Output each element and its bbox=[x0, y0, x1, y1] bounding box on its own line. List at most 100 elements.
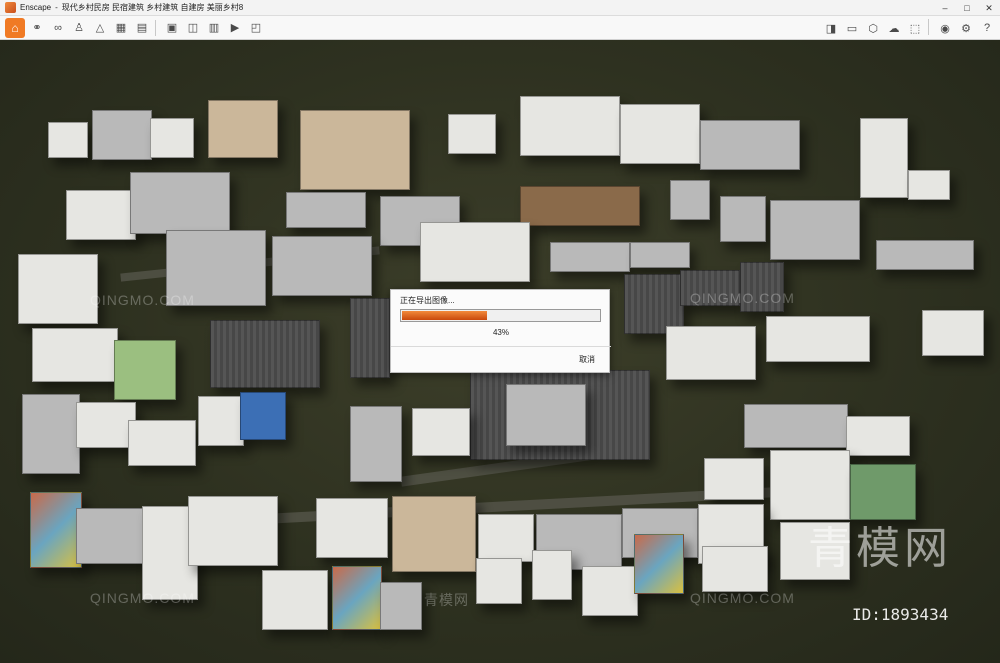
binoculars-icon[interactable]: ∞ bbox=[49, 19, 67, 37]
building bbox=[476, 558, 522, 604]
export-image-icon[interactable]: ▣ bbox=[163, 19, 181, 37]
watermark-text-cn: 青模网 bbox=[424, 592, 469, 608]
building bbox=[700, 120, 800, 170]
cancel-button[interactable]: 取消 bbox=[579, 354, 595, 365]
close-button[interactable]: ✕ bbox=[978, 0, 1000, 16]
progress-percent: 43% bbox=[492, 328, 509, 337]
asset-library-icon[interactable]: ⬡ bbox=[864, 19, 882, 37]
watermark-id: ID:1893434 bbox=[852, 605, 949, 624]
watermark-logo-text: 青模网 bbox=[808, 523, 952, 574]
maximize-button[interactable]: □ bbox=[956, 0, 978, 16]
building bbox=[48, 122, 88, 158]
building bbox=[380, 582, 422, 630]
toolbar-divider bbox=[155, 19, 156, 36]
building bbox=[420, 222, 530, 282]
building bbox=[316, 498, 388, 558]
building bbox=[478, 514, 534, 562]
building bbox=[18, 254, 98, 324]
building bbox=[744, 404, 848, 448]
building bbox=[520, 186, 640, 226]
progress-bar bbox=[400, 309, 601, 322]
toolbar-divider-right bbox=[928, 19, 929, 35]
building bbox=[550, 242, 630, 272]
toolbar: ⌂ ⚭ ∞ ♙ △ ▦ ▤ ▣ ◫ ▥ ▶ ◰ ◨ ▭ ⬡ ☁ ⬚ ◉ ⚙ ? bbox=[0, 16, 1000, 40]
building bbox=[92, 110, 152, 160]
building bbox=[262, 570, 328, 630]
building bbox=[66, 190, 136, 240]
building bbox=[30, 492, 82, 568]
building bbox=[392, 496, 476, 572]
building bbox=[208, 100, 278, 158]
courtyard bbox=[506, 384, 586, 446]
building bbox=[76, 402, 136, 448]
building bbox=[210, 320, 320, 388]
home-icon[interactable]: ⌂ bbox=[5, 17, 25, 38]
building bbox=[860, 118, 908, 198]
export-progress-dialog: 正在导出图像... 43% 取消 bbox=[390, 289, 611, 373]
building bbox=[286, 192, 366, 228]
building bbox=[332, 566, 382, 630]
building bbox=[720, 196, 766, 242]
building bbox=[114, 340, 176, 400]
building bbox=[704, 458, 764, 500]
building bbox=[128, 420, 196, 466]
building bbox=[770, 200, 860, 260]
building bbox=[32, 328, 118, 382]
walk-icon[interactable]: ♙ bbox=[70, 19, 88, 37]
building bbox=[770, 450, 850, 520]
visual-settings-icon[interactable]: ◉ bbox=[936, 19, 954, 37]
connect-icon[interactable]: ⚭ bbox=[28, 19, 46, 37]
building bbox=[702, 546, 768, 592]
building bbox=[150, 118, 194, 158]
material-icon[interactable]: ⬚ bbox=[906, 19, 924, 37]
building bbox=[532, 550, 572, 600]
building bbox=[448, 114, 496, 154]
building bbox=[130, 172, 230, 234]
map-icon[interactable]: ◨ bbox=[822, 19, 840, 37]
export-view-icon[interactable]: ▦ bbox=[112, 19, 130, 37]
building bbox=[188, 496, 278, 566]
building bbox=[620, 104, 700, 164]
export-panorama-icon[interactable]: ▥ bbox=[205, 19, 223, 37]
building bbox=[630, 242, 690, 268]
section-icon[interactable]: ▤ bbox=[133, 19, 151, 37]
flight-icon[interactable]: △ bbox=[91, 19, 109, 37]
export-web-icon[interactable]: ◰ bbox=[247, 19, 265, 37]
app-name: Enscape bbox=[20, 3, 52, 12]
building bbox=[670, 180, 710, 220]
building bbox=[350, 406, 402, 482]
export-batch-icon[interactable]: ◫ bbox=[184, 19, 202, 37]
sky-icon[interactable]: ☁ bbox=[885, 19, 903, 37]
building bbox=[350, 298, 390, 378]
building bbox=[300, 110, 410, 190]
progress-bar-fill bbox=[402, 311, 487, 320]
building bbox=[240, 392, 286, 440]
building bbox=[198, 396, 244, 446]
building bbox=[272, 236, 372, 296]
dialog-title: 正在导出图像... bbox=[400, 296, 455, 305]
watermark-text: QINGMO.COM bbox=[90, 590, 195, 606]
watermark-text: QINGMO.COM bbox=[690, 590, 795, 606]
watermark-text: QINGMO.COM bbox=[90, 292, 195, 308]
building bbox=[582, 566, 638, 616]
building bbox=[520, 96, 620, 156]
export-video-icon[interactable]: ▶ bbox=[226, 19, 244, 37]
screen-icon[interactable]: ▭ bbox=[843, 19, 861, 37]
help-icon[interactable]: ? bbox=[978, 19, 996, 37]
window-title: 现代乡村民房 民宿建筑 乡村建筑 自建房 美丽乡村8 bbox=[61, 3, 244, 12]
building bbox=[766, 316, 870, 362]
dialog-divider bbox=[391, 346, 611, 347]
building bbox=[846, 416, 910, 456]
title-bar: Enscape - 现代乡村民房 民宿建筑 乡村建筑 自建房 美丽乡村8 – □… bbox=[0, 0, 1000, 16]
building bbox=[412, 408, 470, 456]
building bbox=[908, 170, 950, 200]
minimize-button[interactable]: – bbox=[934, 0, 956, 16]
building bbox=[624, 274, 684, 334]
building bbox=[22, 394, 80, 474]
settings-icon[interactable]: ⚙ bbox=[957, 19, 975, 37]
enscape-logo-icon bbox=[5, 2, 16, 13]
building bbox=[876, 240, 974, 270]
building bbox=[922, 310, 984, 356]
building bbox=[634, 534, 684, 594]
watermark-text: QINGMO.COM bbox=[690, 290, 795, 306]
